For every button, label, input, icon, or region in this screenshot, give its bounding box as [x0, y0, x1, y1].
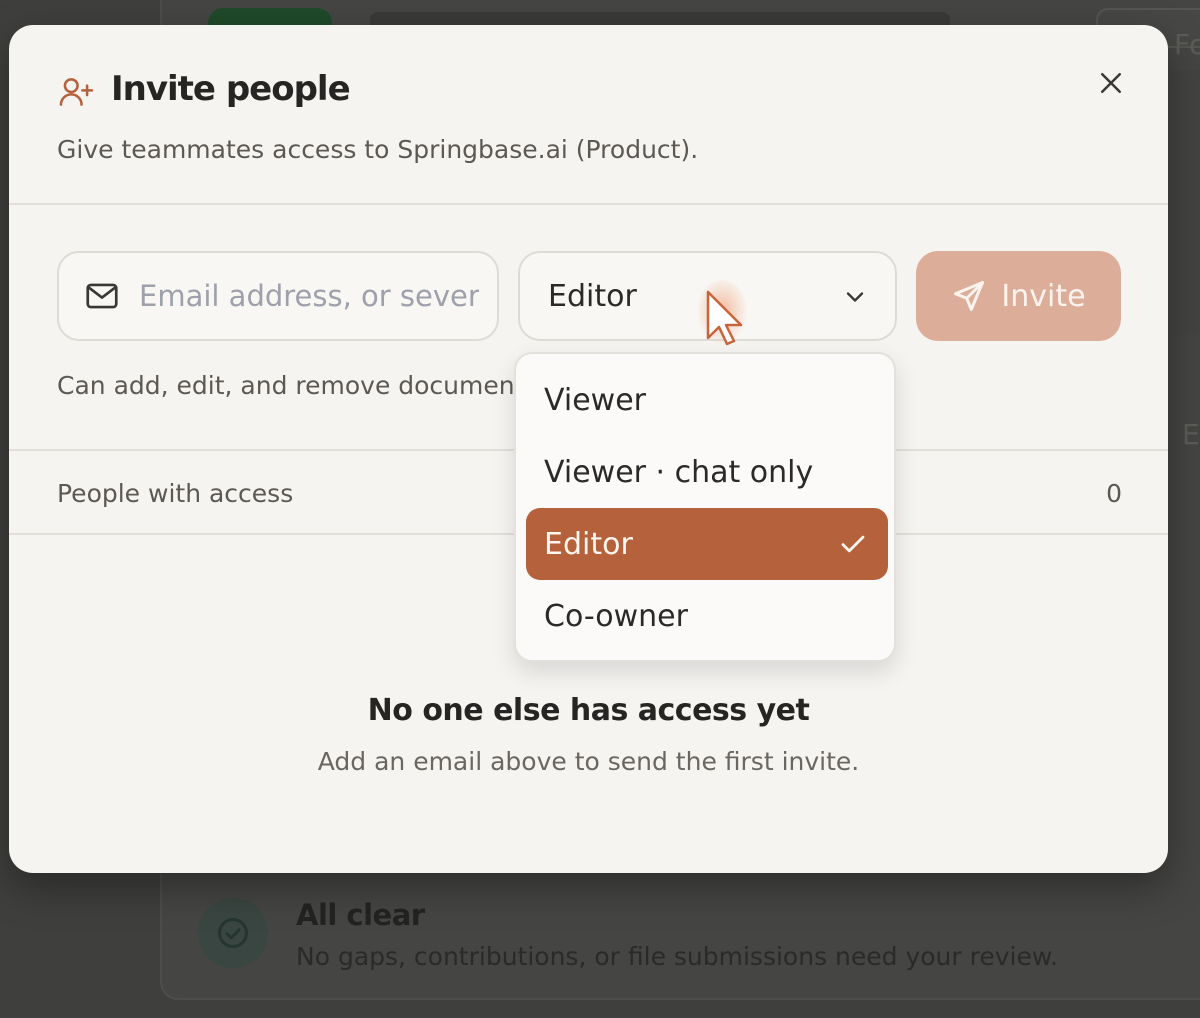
invite-button[interactable]: Invite: [916, 251, 1121, 341]
invite-button-label: Invite: [1001, 278, 1086, 314]
email-field[interactable]: [57, 251, 499, 341]
people-count: 0: [1106, 479, 1122, 508]
close-button[interactable]: [1091, 63, 1131, 103]
modal-subtitle: Give teammates access to Springbase.ai (…: [57, 135, 699, 164]
role-option-viewer[interactable]: Viewer: [526, 364, 888, 436]
background-side-panel: [1170, 70, 1200, 335]
role-option-label: Editor: [544, 526, 633, 562]
role-description: Can add, edit, and remove documents: [57, 371, 517, 400]
user-plus-icon: [59, 78, 94, 106]
role-option-label: Viewer: [544, 382, 646, 418]
people-with-access-label: People with access: [57, 479, 294, 508]
modal-title: Invite people: [111, 69, 351, 109]
all-clear-title: All clear: [296, 898, 425, 932]
role-dropdown-menu: Viewer Viewer · chat only Editor Co-owne…: [514, 352, 896, 662]
role-option-viewer-chat-only[interactable]: Viewer · chat only: [526, 436, 888, 508]
role-option-label: Co-owner: [544, 598, 688, 634]
all-clear-description: No gaps, contributions, or file submissi…: [296, 942, 1058, 971]
background-text-fragment: E: [1182, 418, 1200, 451]
empty-state-subtitle: Add an email above to send the first inv…: [317, 747, 860, 776]
email-input[interactable]: [139, 279, 479, 313]
close-icon: [1101, 73, 1121, 93]
background-text-fragment: Fo: [1174, 28, 1200, 61]
modal-header: Invite people Give teammates access to S…: [9, 25, 1168, 205]
role-option-co-owner[interactable]: Co-owner: [526, 580, 888, 652]
role-select-value: Editor: [548, 278, 637, 314]
mail-icon: [86, 283, 118, 309]
check-circle-icon: [198, 898, 268, 968]
send-icon: [954, 281, 985, 311]
role-option-editor[interactable]: Editor: [526, 508, 888, 580]
empty-state-title: No one else has access yet: [367, 693, 810, 728]
role-option-label: Viewer · chat only: [544, 454, 814, 490]
mouse-cursor-icon: [698, 280, 748, 348]
chevron-down-icon: [846, 292, 864, 302]
check-icon: [841, 535, 865, 553]
